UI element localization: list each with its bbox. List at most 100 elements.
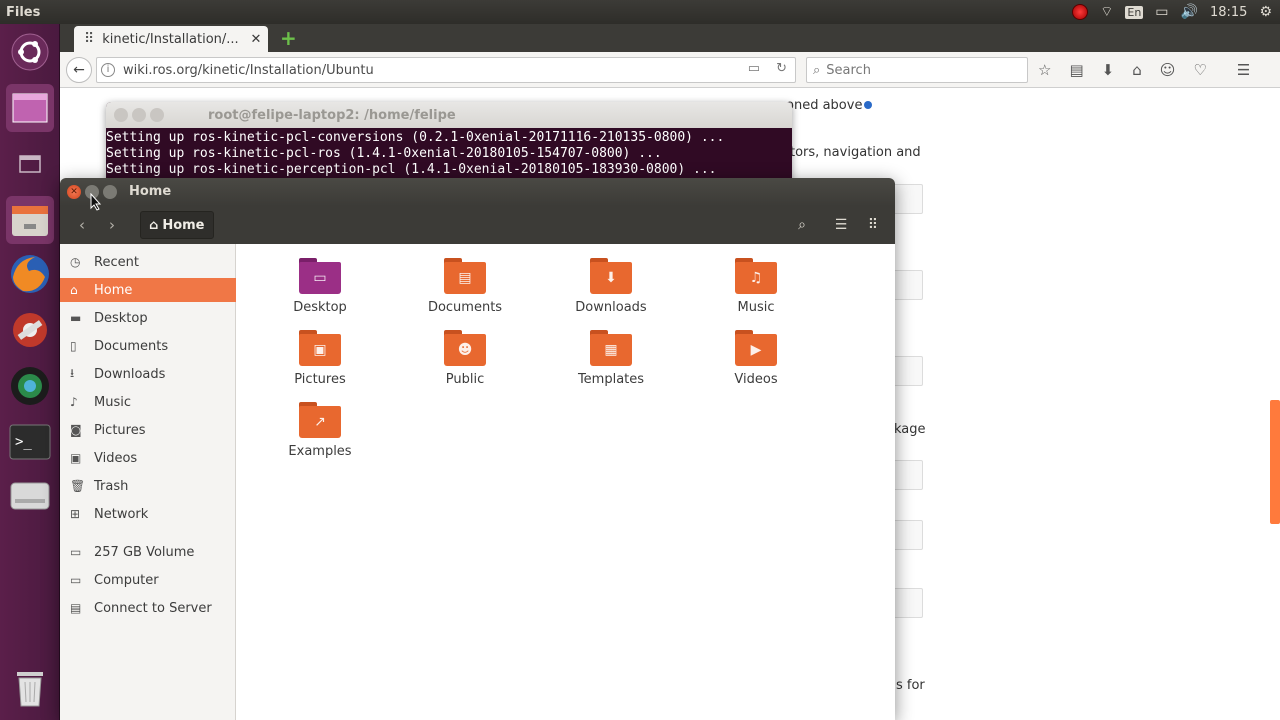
- bookmark-star-icon[interactable]: ☆: [1038, 61, 1051, 79]
- files-toolbar: ‹ › ⌂ Home ⌕ ☰ ⠿: [60, 206, 895, 244]
- sidebar-item-desktop[interactable]: ▬ Desktop: [60, 306, 236, 330]
- grid-view-icon[interactable]: ⠿: [859, 212, 887, 238]
- home-icon: ⌂: [70, 283, 78, 297]
- sidebar-item-music[interactable]: ♪ Music: [60, 390, 236, 414]
- browser-tab[interactable]: ⠿ kinetic/Installation/... ✕: [74, 26, 268, 52]
- terminal-window[interactable]: root@felipe-laptop2: /home/felipe Settin…: [106, 102, 792, 186]
- files-window[interactable]: ✕ Home ‹ › ⌂ Home ⌕ ☰ ⠿ ◷ Recent ⌂ Home ▬ D…: [60, 178, 895, 720]
- search-icon[interactable]: ⌕: [788, 212, 816, 238]
- terminal-line: Setting up ros-kinetic-pcl-conversions (…: [106, 130, 725, 145]
- music-icon: ♪: [70, 395, 78, 409]
- folder-item-public[interactable]: ☻ Public: [405, 330, 525, 387]
- maximize-icon[interactable]: [103, 185, 117, 199]
- sidebar-item-pictures[interactable]: ◙ Pictures: [60, 418, 236, 442]
- minimize-icon[interactable]: [132, 108, 146, 122]
- bookmarks-list-icon[interactable]: ▤: [1069, 61, 1083, 79]
- sidebar-item-documents[interactable]: ▯ Documents: [60, 334, 236, 358]
- folder-icon: ▤: [444, 258, 486, 294]
- workspace-switcher-icon[interactable]: [6, 84, 54, 132]
- sidebar-item-connect-server[interactable]: ▤ Connect to Server: [60, 596, 236, 620]
- files-launcher-icon[interactable]: [6, 196, 54, 244]
- folder-item-desktop[interactable]: ▭ Desktop: [260, 258, 380, 315]
- url-actions: ▭ ↻: [748, 61, 787, 76]
- shotwell-icon[interactable]: [6, 362, 54, 410]
- sidebar-item-network[interactable]: ⊞ Network: [60, 502, 236, 526]
- system-settings-icon[interactable]: [6, 306, 54, 354]
- download-icon: ⭳: [70, 365, 75, 380]
- page-text-fragment: kage: [894, 422, 926, 437]
- battery-icon[interactable]: ▭: [1155, 0, 1168, 24]
- record-icon[interactable]: [1072, 4, 1089, 20]
- close-icon[interactable]: ✕: [67, 185, 81, 199]
- trash-icon: 🗑: [70, 479, 86, 493]
- list-view-icon[interactable]: ☰: [827, 212, 855, 238]
- keyboard-layout-indicator[interactable]: En: [1125, 5, 1144, 19]
- firefox-icon[interactable]: [6, 250, 54, 298]
- video-icon: ▣: [70, 451, 82, 465]
- trash-icon[interactable]: [6, 664, 54, 712]
- info-icon[interactable]: i: [101, 63, 115, 77]
- url-text[interactable]: wiki.ros.org/kinetic/Installation/Ubuntu: [123, 63, 374, 78]
- terminal-icon[interactable]: >_: [6, 418, 54, 466]
- download-icon[interactable]: ⬇: [1102, 61, 1115, 79]
- page-scrollbar[interactable]: [1270, 400, 1280, 524]
- folder-item-templates[interactable]: ▦ Templates: [551, 330, 671, 387]
- close-icon[interactable]: [114, 108, 128, 122]
- folder-icon: ▬: [70, 311, 82, 325]
- reader-view-icon[interactable]: ▭: [748, 61, 760, 76]
- terminal-line: Setting up ros-kinetic-pcl-ros (1.4.1-0x…: [106, 146, 662, 161]
- folder-icon: ▣: [299, 330, 341, 366]
- sidebar-item-videos[interactable]: ▣ Videos: [60, 446, 236, 470]
- folder-item-music[interactable]: ♫ Music: [696, 258, 816, 315]
- back-button[interactable]: ‹: [70, 212, 94, 238]
- clock[interactable]: 18:15: [1210, 5, 1247, 20]
- close-icon[interactable]: ✕: [248, 32, 264, 47]
- forward-button[interactable]: ›: [100, 212, 124, 238]
- folder-item-examples[interactable]: ↗ Examples: [260, 402, 380, 459]
- volume-icon[interactable]: 🔊: [1181, 0, 1198, 24]
- sidebar-item-computer[interactable]: ▭ Computer: [60, 568, 236, 592]
- indicator-area: ⌔ En ▭ 🔊 18:15 ⚙: [1072, 0, 1272, 24]
- sidebar-item-trash[interactable]: 🗑 Trash: [60, 474, 236, 498]
- window-title: Home: [129, 184, 172, 199]
- sidebar-item-home[interactable]: ⌂ Home: [60, 278, 236, 302]
- page-text-fragment: tors, navigation and: [790, 145, 921, 160]
- folder-icon: ☻: [444, 330, 486, 366]
- mouse-cursor-icon: [90, 193, 102, 211]
- app-title: Files: [6, 4, 41, 20]
- back-button[interactable]: ←: [66, 57, 92, 83]
- new-tab-icon[interactable]: +: [280, 26, 297, 50]
- path-bar-home[interactable]: ⌂ Home: [140, 211, 214, 239]
- folder-item-videos[interactable]: ▶ Videos: [696, 330, 816, 387]
- home-icon: ⌂: [149, 217, 159, 233]
- menu-icon[interactable]: ☰: [1237, 61, 1250, 79]
- window-spread-icon[interactable]: [6, 140, 54, 188]
- top-panel: Files ⌔ En ▭ 🔊 18:15 ⚙: [0, 0, 1280, 24]
- launcher: >_: [0, 24, 60, 720]
- reload-icon[interactable]: ↻: [776, 61, 787, 76]
- gear-icon[interactable]: ⚙: [1259, 0, 1272, 24]
- chat-icon[interactable]: ☺: [1160, 61, 1176, 79]
- drive-icon: ▭: [70, 545, 82, 559]
- wifi-icon[interactable]: ⌔: [1100, 0, 1113, 24]
- nav-bar: ← i wiki.ros.org/kinetic/Installation/Ub…: [60, 52, 1280, 88]
- terminal-line: Setting up ros-kinetic-perception-pcl (1…: [106, 162, 717, 177]
- folder-item-documents[interactable]: ▤ Documents: [405, 258, 525, 315]
- sidebar-item-recent[interactable]: ◷ Recent: [60, 250, 236, 274]
- search-bar[interactable]: ⌕ Search: [806, 57, 1028, 83]
- browser-toolbar: ☆ ▤ ⬇ ⌂ ☺ ♡ ☰: [1038, 52, 1250, 88]
- folder-item-downloads[interactable]: ⬇ Downloads: [551, 258, 671, 315]
- terminal-titlebar[interactable]: root@felipe-laptop2: /home/felipe: [106, 102, 792, 128]
- folder-item-pictures[interactable]: ▣ Pictures: [260, 330, 380, 387]
- ubuntu-dash-icon[interactable]: [6, 28, 54, 76]
- camera-icon: ◙: [70, 423, 82, 437]
- url-bar[interactable]: i wiki.ros.org/kinetic/Installation/Ubun…: [96, 57, 796, 83]
- files-titlebar[interactable]: ✕ Home: [60, 178, 895, 206]
- sidebar-item-volume[interactable]: ▭ 257 GB Volume: [60, 540, 236, 564]
- folder-icon: ▦: [590, 330, 632, 366]
- disk-icon[interactable]: [6, 472, 54, 520]
- maximize-icon[interactable]: [150, 108, 164, 122]
- home-icon[interactable]: ⌂: [1132, 61, 1142, 79]
- sidebar-item-downloads[interactable]: ⭳ Downloads: [60, 362, 236, 386]
- pocket-icon[interactable]: ♡: [1193, 61, 1206, 79]
